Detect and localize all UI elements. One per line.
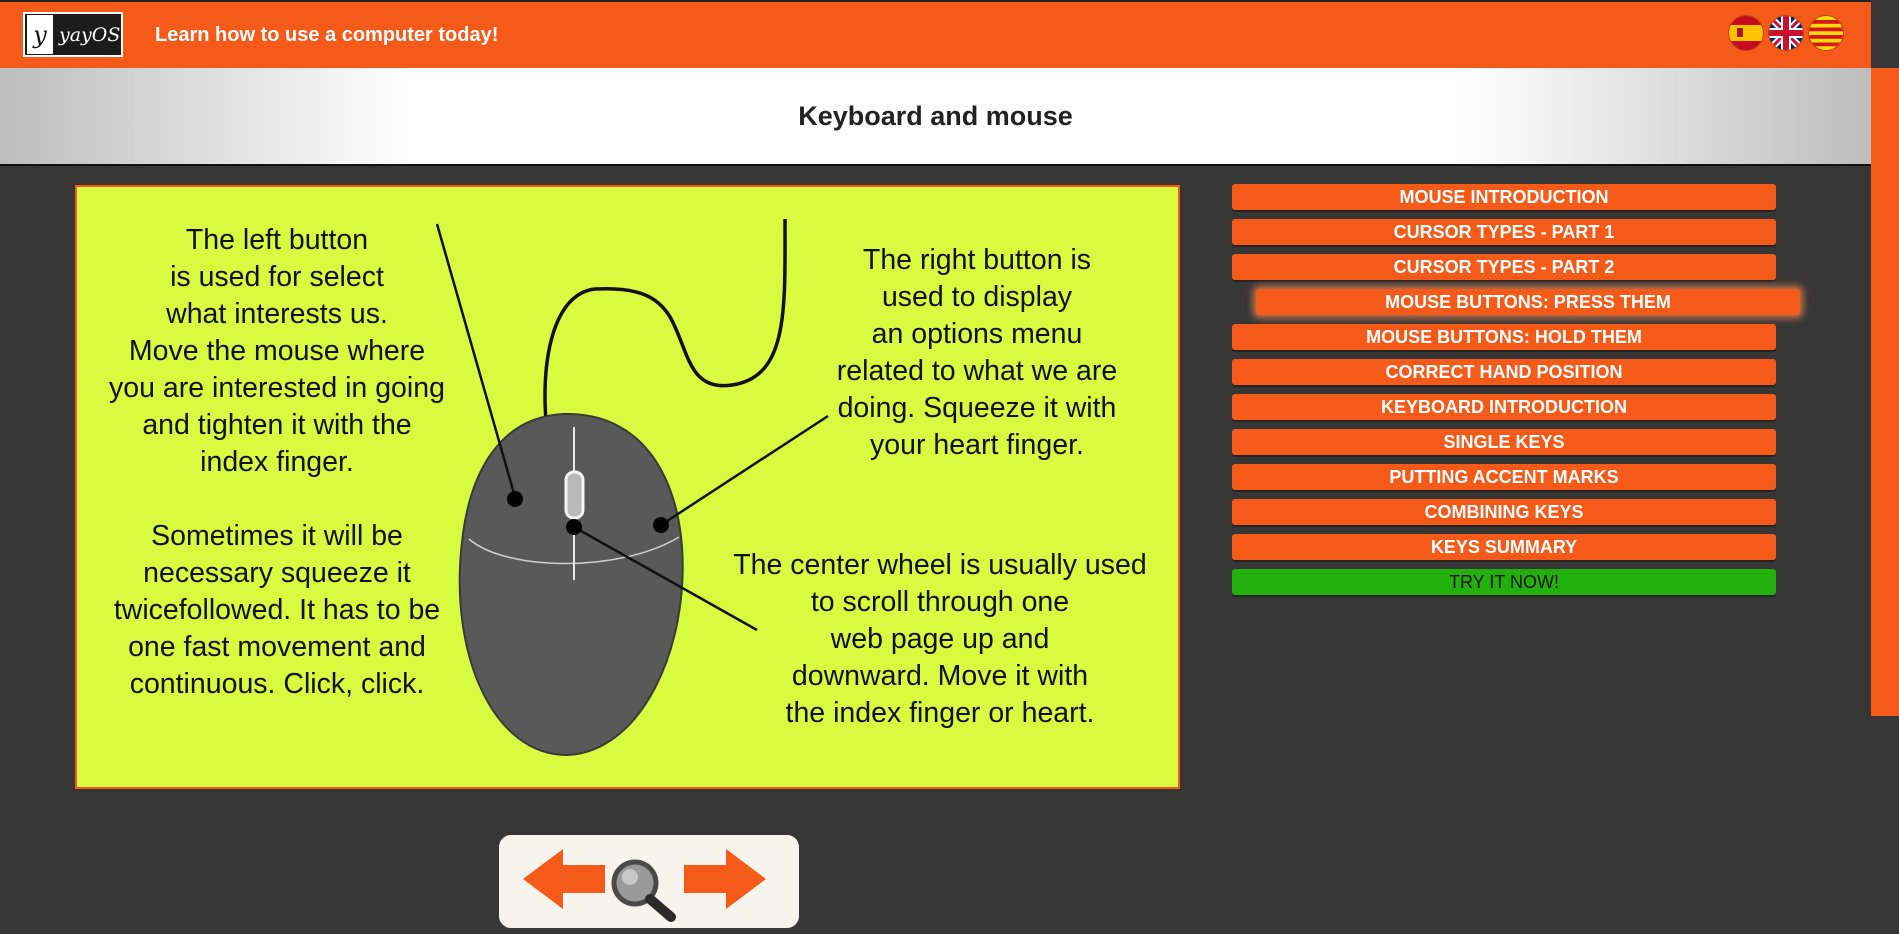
menu-item-single-keys[interactable]: SINGLE KEYS xyxy=(1232,429,1776,455)
spanish-flag-icon[interactable] xyxy=(1729,16,1763,50)
scrollbar-thumb[interactable] xyxy=(1871,68,1899,716)
catalan-flag-icon[interactable] xyxy=(1809,16,1843,50)
menu-item-putting-accent-marks[interactable]: PUTTING ACCENT MARKS xyxy=(1232,464,1776,490)
menu-item-keyboard-introduction[interactable]: KEYBOARD INTRODUCTION xyxy=(1232,394,1776,420)
page-title: Keyboard and mouse xyxy=(798,100,1073,131)
title-bar: Keyboard and mouse xyxy=(0,68,1871,166)
right-button-text: The right button is used to display an o… xyxy=(836,244,1118,461)
menu-item-mouse-buttons-hold[interactable]: MOUSE BUTTONS: HOLD THEM xyxy=(1232,324,1776,350)
tagline: Learn how to use a computer today! xyxy=(155,24,499,46)
yayos-logo[interactable]: y yayOS xyxy=(23,12,123,57)
menu-item-try-it-now[interactable]: TRY IT NOW! xyxy=(1232,569,1776,595)
menu-item-combining-keys[interactable]: COMBINING KEYS xyxy=(1232,499,1776,525)
menu-item-mouse-introduction[interactable]: MOUSE INTRODUCTION xyxy=(1232,184,1776,210)
menu-item-mouse-buttons-press[interactable]: MOUSE BUTTONS: PRESS THEM xyxy=(1256,289,1800,315)
logo-text: yayOS xyxy=(59,23,121,46)
arrow-left-icon[interactable] xyxy=(523,849,605,914)
navigation-controls xyxy=(499,835,799,928)
menu-item-correct-hand-position[interactable]: CORRECT HAND POSITION xyxy=(1232,359,1776,385)
mouse-diagram: The left button is used for select what … xyxy=(75,185,1180,789)
top-bar: y yayOS Learn how to use a computer toda… xyxy=(0,0,1871,68)
menu-item-cursor-types-part-2[interactable]: CURSOR TYPES - PART 2 xyxy=(1232,254,1776,280)
menu-item-keys-summary[interactable]: KEYS SUMMARY xyxy=(1232,534,1776,560)
arrow-right-icon[interactable] xyxy=(684,849,766,914)
lesson-menu: MOUSE INTRODUCTION CURSOR TYPES - PART 1… xyxy=(1232,184,1800,604)
magnifier-icon[interactable] xyxy=(609,857,683,930)
double-click-text: Sometimes it will be necessary squeeze i… xyxy=(113,520,441,700)
wheel-text: The center wheel is usually used to scro… xyxy=(733,549,1147,729)
menu-item-cursor-types-part-1[interactable]: CURSOR TYPES - PART 1 xyxy=(1232,219,1776,245)
logo-letter: y xyxy=(27,15,53,54)
uk-flag-icon[interactable] xyxy=(1769,16,1803,50)
left-button-text: The left button is used for select what … xyxy=(109,224,445,478)
